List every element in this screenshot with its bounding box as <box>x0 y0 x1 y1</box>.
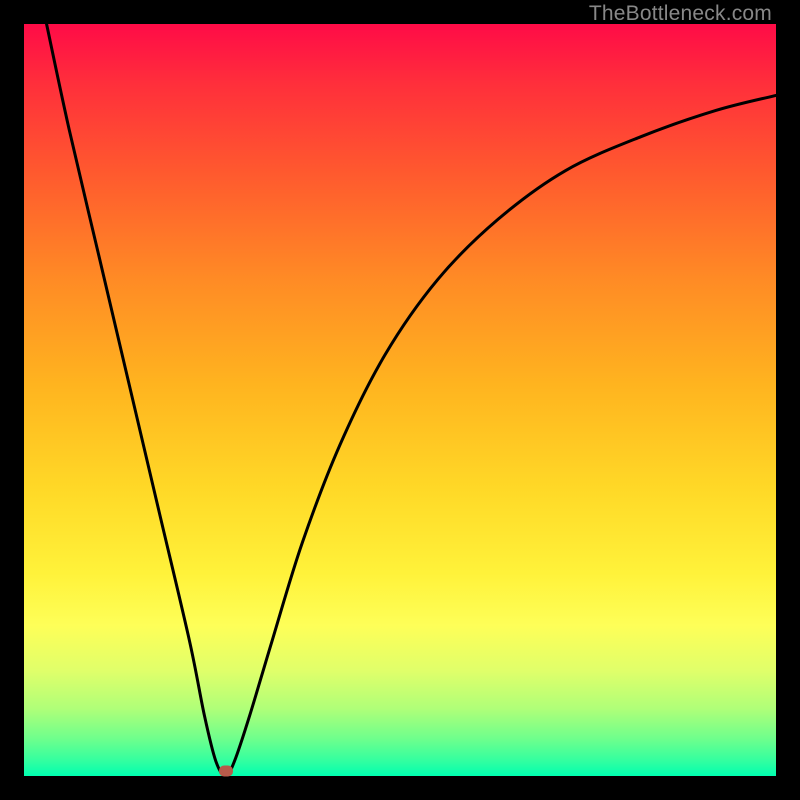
plot-area <box>24 24 776 776</box>
curve-layer <box>24 24 776 776</box>
chart-frame: TheBottleneck.com <box>0 0 800 800</box>
optimal-point-marker <box>219 765 233 776</box>
watermark-text: TheBottleneck.com <box>589 2 772 26</box>
bottleneck-curve <box>47 24 776 776</box>
